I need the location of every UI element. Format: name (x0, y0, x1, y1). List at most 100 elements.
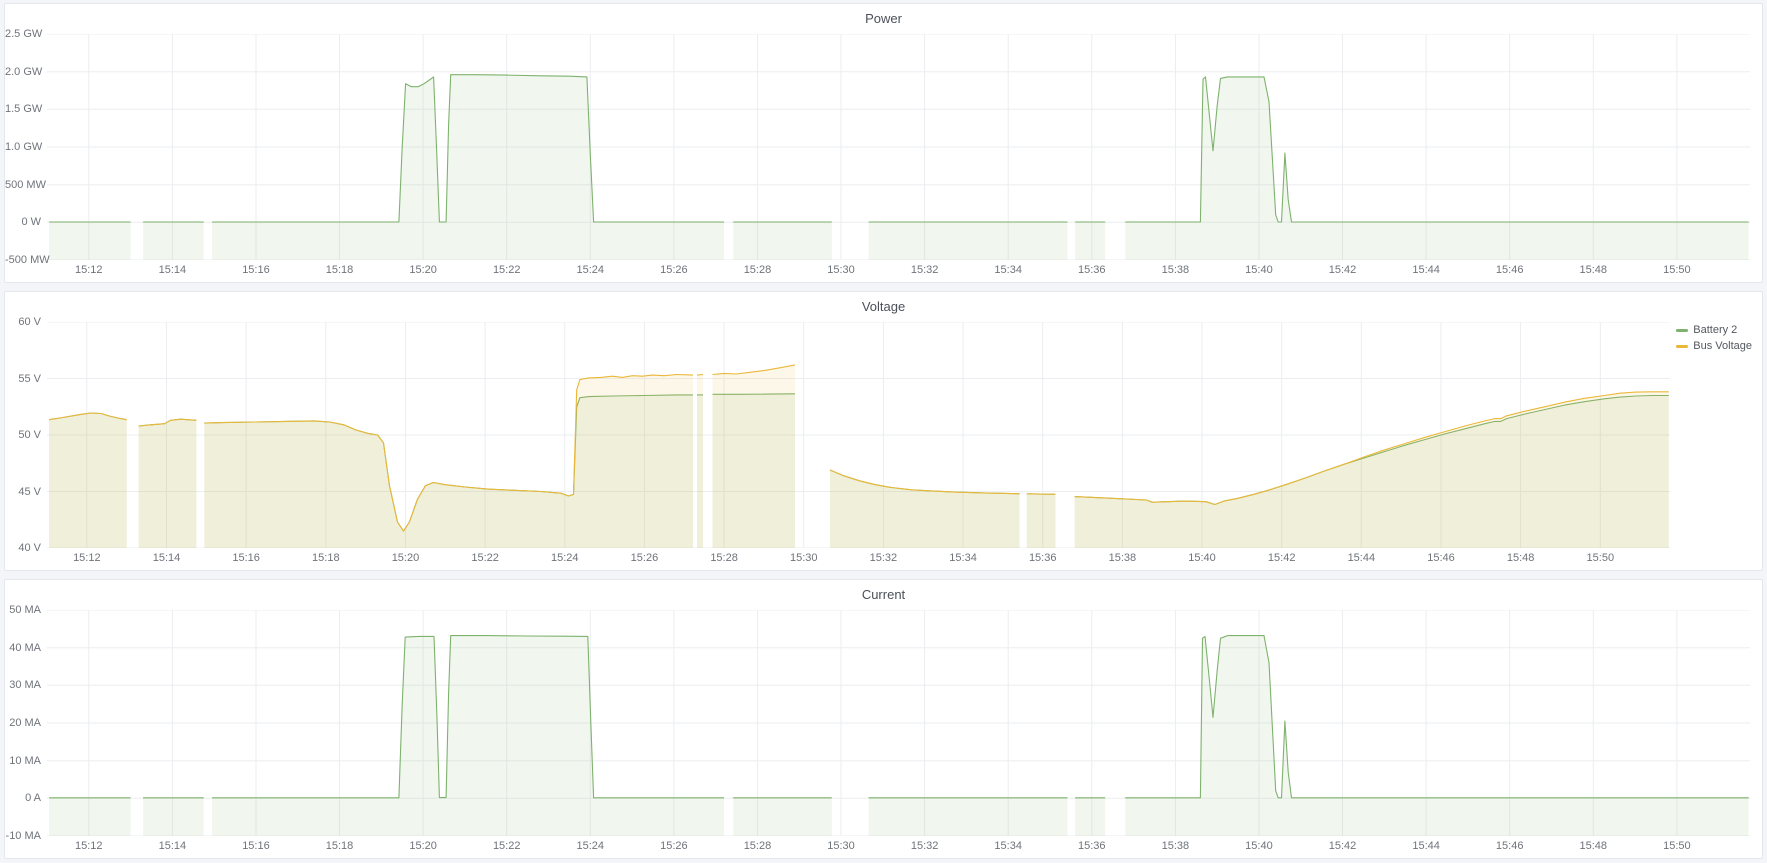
panel-power-title: Power (865, 11, 902, 26)
y-axis-tick-label: 2.5 GW (5, 28, 41, 40)
x-axis-tick-label: 15:50 (1663, 840, 1691, 852)
x-axis-tick-label: 15:40 (1245, 264, 1273, 276)
panel-voltage-header[interactable]: Voltage (5, 292, 1762, 320)
y-axis-tick-label: 500 MW (5, 179, 41, 191)
x-axis-tick-label: 15:32 (911, 264, 939, 276)
x-axis-tick-label: 15:16 (242, 840, 270, 852)
x-axis-tick-label: 15:24 (551, 552, 579, 564)
y-axis-tick-label: -500 MW (5, 254, 41, 266)
y-axis-tick-label: 0 W (5, 216, 41, 228)
x-axis-tick-label: 15:18 (312, 552, 340, 564)
y-axis-tick-label: 40 MA (5, 642, 41, 654)
y-axis-tick-label: 60 V (5, 316, 41, 328)
legend-item-bus-voltage[interactable]: Bus Voltage (1676, 340, 1752, 352)
x-axis-tick-label: 15:50 (1587, 552, 1615, 564)
x-axis-tick-label: 15:22 (493, 264, 521, 276)
panel-power-header[interactable]: Power (5, 4, 1762, 32)
x-axis-tick-label: 15:18 (326, 264, 354, 276)
x-axis-tick-label: 15:36 (1078, 840, 1106, 852)
y-axis-tick-label: 55 V (5, 373, 41, 385)
x-axis-tick-label: 15:42 (1329, 840, 1357, 852)
x-axis-tick-label: 15:12 (73, 552, 101, 564)
x-axis-tick-label: 15:24 (577, 264, 605, 276)
x-axis-tick-label: 15:48 (1507, 552, 1535, 564)
x-axis-tick-label: 15:42 (1329, 264, 1357, 276)
x-axis-tick-label: 15:38 (1162, 264, 1190, 276)
bus-voltage-series-swatch-icon (1676, 345, 1688, 348)
x-axis-tick-label: 15:48 (1580, 840, 1608, 852)
battery-2-series-swatch-icon (1676, 329, 1688, 332)
panel-current: Current 50 MA 40 MA 30 MA 20 MA 10 MA 0 A -10 … (4, 579, 1763, 859)
x-axis-tick-label: 15:20 (392, 552, 420, 564)
x-axis-tick-label: 15:32 (911, 840, 939, 852)
panel-current-title: Current (862, 587, 905, 602)
power-chart-svg[interactable] (47, 34, 1750, 260)
x-axis-tick-label: 15:12 (75, 840, 103, 852)
x-axis-tick-label: 15:40 (1245, 840, 1273, 852)
x-axis-tick-label: 15:48 (1580, 264, 1608, 276)
x-axis-tick-label: 15:40 (1188, 552, 1216, 564)
y-axis-tick-label: -10 MA (5, 830, 41, 842)
x-axis-tick-label: 15:22 (471, 552, 499, 564)
panel-voltage: Voltage Battery 2 Bus Voltage 60 V 55 V 50… (4, 291, 1763, 571)
voltage-chart-plot[interactable] (47, 322, 1670, 548)
x-axis-tick-label: 15:30 (827, 264, 855, 276)
y-axis-tick-label: 2.0 GW (5, 66, 41, 78)
x-axis-tick-label: 15:22 (493, 840, 521, 852)
x-axis-tick-label: 15:46 (1427, 552, 1455, 564)
x-axis-tick-label: 15:50 (1663, 264, 1691, 276)
x-axis-tick-label: 15:30 (827, 840, 855, 852)
power-chart-plot[interactable] (47, 34, 1750, 260)
y-axis-tick-label: 1.0 GW (5, 141, 41, 153)
x-axis-tick-label: 15:38 (1162, 840, 1190, 852)
y-axis-tick-label: 30 MA (5, 679, 41, 691)
x-axis-tick-label: 15:18 (326, 840, 354, 852)
x-axis-tick-label: 15:24 (577, 840, 605, 852)
x-axis-tick-label: 15:30 (790, 552, 818, 564)
x-axis-tick-label: 15:26 (660, 840, 688, 852)
x-axis-tick-label: 15:16 (232, 552, 260, 564)
legend-label-bus-voltage: Bus Voltage (1693, 340, 1752, 352)
x-axis-tick-label: 15:36 (1078, 264, 1106, 276)
x-axis-tick-label: 15:14 (159, 264, 187, 276)
y-axis-tick-label: 50 V (5, 429, 41, 441)
x-axis-tick-label: 15:28 (710, 552, 738, 564)
x-axis-tick-label: 15:34 (994, 840, 1022, 852)
x-axis-tick-label: 15:14 (153, 552, 181, 564)
x-axis-tick-label: 15:20 (409, 264, 437, 276)
x-axis-tick-label: 15:38 (1109, 552, 1137, 564)
x-axis-tick-label: 15:32 (870, 552, 898, 564)
current-chart-plot[interactable] (47, 610, 1750, 836)
x-axis-tick-label: 15:20 (409, 840, 437, 852)
y-axis-tick-label: 20 MA (5, 717, 41, 729)
voltage-chart-svg[interactable] (47, 322, 1670, 548)
current-chart-svg[interactable] (47, 610, 1750, 836)
x-axis-tick-label: 15:44 (1348, 552, 1376, 564)
x-axis-tick-label: 15:34 (949, 552, 977, 564)
y-axis-tick-label: 1.5 GW (5, 103, 41, 115)
x-axis-tick-label: 15:34 (994, 264, 1022, 276)
x-axis-tick-label: 15:28 (744, 264, 772, 276)
panel-current-header[interactable]: Current (5, 580, 1762, 608)
legend-item-battery-2[interactable]: Battery 2 (1676, 324, 1752, 336)
panel-power: Power 2.5 GW 2.0 GW 1.5 GW 1.0 GW 500 MW 0 W -… (4, 3, 1763, 283)
dashboard: Power 2.5 GW 2.0 GW 1.5 GW 1.0 GW 500 MW 0 W -… (0, 0, 1767, 862)
x-axis-tick-label: 15:16 (242, 264, 270, 276)
x-axis-tick-label: 15:14 (159, 840, 187, 852)
x-axis-tick-label: 15:12 (75, 264, 103, 276)
voltage-legend: Battery 2 Bus Voltage (1676, 324, 1752, 352)
x-axis-tick-label: 15:44 (1412, 840, 1440, 852)
x-axis-tick-label: 15:28 (744, 840, 772, 852)
x-axis-tick-label: 15:44 (1412, 264, 1440, 276)
x-axis-tick-label: 15:46 (1496, 264, 1524, 276)
y-axis-tick-label: 0 A (5, 792, 41, 804)
x-axis-tick-label: 15:26 (660, 264, 688, 276)
y-axis-tick-label: 50 MA (5, 604, 41, 616)
x-axis-tick-label: 15:46 (1496, 840, 1524, 852)
y-axis-tick-label: 10 MA (5, 755, 41, 767)
x-axis-tick-label: 15:42 (1268, 552, 1296, 564)
y-axis-tick-label: 45 V (5, 486, 41, 498)
y-axis-tick-label: 40 V (5, 542, 41, 554)
panel-voltage-title: Voltage (862, 299, 905, 314)
legend-label-battery-2: Battery 2 (1693, 324, 1737, 336)
